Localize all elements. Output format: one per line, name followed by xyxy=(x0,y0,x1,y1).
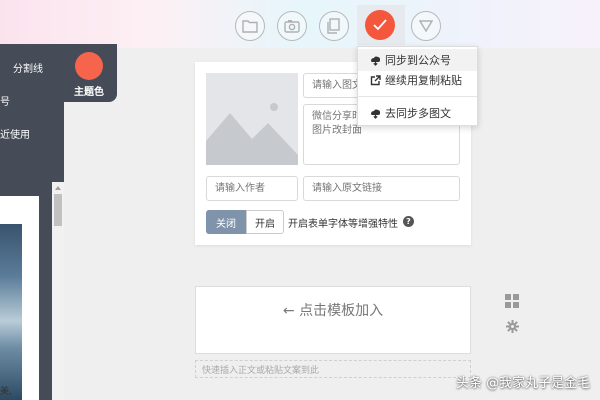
help-icon[interactable]: ? xyxy=(403,216,414,227)
menu-item-copy-paste[interactable]: 继续用复制粘贴 xyxy=(358,69,477,91)
dropdown-icon xyxy=(419,20,433,32)
enhance-toggle-on[interactable]: 开启 xyxy=(246,210,284,234)
theme-color-label: 主题色 xyxy=(74,87,104,98)
menu-divider xyxy=(358,96,477,97)
preview-image xyxy=(0,224,22,400)
external-link-icon xyxy=(370,74,381,85)
template-add-text: ← 点击模板加入 xyxy=(282,303,384,319)
open-button[interactable] xyxy=(235,11,265,41)
cover-image-placeholder[interactable] xyxy=(206,73,298,165)
folder-icon xyxy=(242,20,258,33)
sync-cloud-icon xyxy=(371,108,381,119)
preview-caption: 美, xyxy=(0,387,12,397)
sidebar-item-recent[interactable]: 近使用 xyxy=(0,126,30,141)
scroll-up-arrow-icon[interactable] xyxy=(54,184,62,192)
enhance-label: 开启表单字体等增强特性 xyxy=(288,219,398,230)
sidebar-item-divider[interactable]: 分割线 xyxy=(13,60,43,75)
image-placeholder-icon xyxy=(206,103,298,165)
sidebar-item-partial-1[interactable]: 号 xyxy=(0,93,10,108)
preview-scrollbar-thumb[interactable] xyxy=(54,194,62,226)
sync-cloud-icon xyxy=(371,55,381,66)
copy-icon xyxy=(327,18,340,34)
camera-save-icon xyxy=(284,20,300,33)
menu-item-label: 同步到公众号 xyxy=(385,54,451,67)
theme-color-swatch[interactable] xyxy=(75,52,103,80)
grid-icon[interactable] xyxy=(505,294,519,308)
source-link-input[interactable] xyxy=(303,176,460,201)
sync-button[interactable] xyxy=(365,10,395,40)
paste-hint-text: 快速插入正文或粘贴文案到此 xyxy=(202,366,320,376)
more-button[interactable] xyxy=(411,11,441,41)
sync-dropdown-menu: 同步到公众号 继续用复制粘贴 去同步多图文 xyxy=(357,46,478,126)
watermark: 头条 @我家丸子是金毛 xyxy=(456,376,591,391)
check-icon xyxy=(373,19,387,31)
copy-button[interactable] xyxy=(319,11,349,41)
menu-item-sync-official-account[interactable]: 同步到公众号 xyxy=(358,49,477,71)
save-button[interactable] xyxy=(277,11,307,41)
author-input[interactable] xyxy=(206,176,298,201)
template-drop-area[interactable] xyxy=(195,286,471,354)
gear-icon[interactable] xyxy=(506,320,519,333)
menu-item-label: 去同步多图文 xyxy=(385,107,451,120)
enhance-toggle-off[interactable]: 关闭 xyxy=(206,210,246,234)
top-toolbar xyxy=(0,0,600,48)
menu-item-sync-multi[interactable]: 去同步多图文 xyxy=(358,102,477,124)
menu-item-label: 继续用复制粘贴 xyxy=(385,74,462,87)
